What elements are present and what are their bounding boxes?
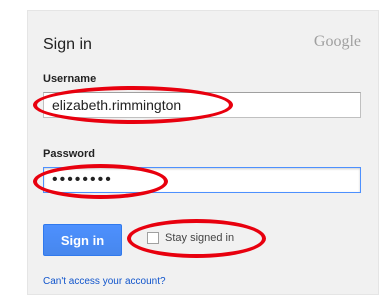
stay-signed-in[interactable]: Stay signed in — [147, 232, 234, 244]
stay-signed-in-label: Stay signed in — [165, 232, 235, 244]
password-value: •••••••• — [52, 171, 113, 188]
password-field[interactable]: •••••••• — [43, 167, 361, 193]
stay-signed-in-checkbox[interactable] — [147, 232, 159, 244]
username-label: Username — [43, 73, 97, 85]
google-logo: Google — [313, 33, 361, 50]
sign-in-title: Sign in — [43, 36, 92, 53]
cant-access-account-link[interactable]: Can't access your account? — [43, 276, 166, 287]
username-value: elizabeth.rimmington — [52, 97, 182, 113]
sign-in-button[interactable]: Sign in — [43, 224, 122, 256]
password-label: Password — [43, 148, 95, 160]
username-field[interactable]: elizabeth.rimmington — [43, 92, 361, 118]
